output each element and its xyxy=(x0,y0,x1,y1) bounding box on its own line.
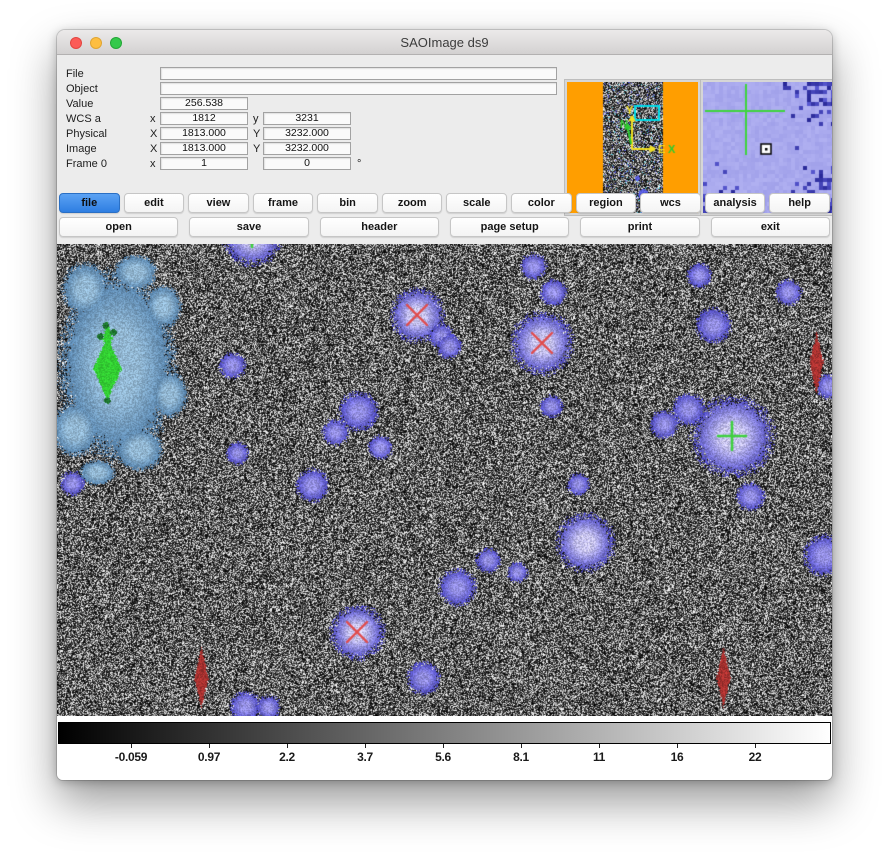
info-field-physical-1[interactable]: 1813.000 xyxy=(160,127,248,140)
info-sublabel-physical-1: X xyxy=(150,128,157,140)
colorbar-tick-label: 5.6 xyxy=(435,750,451,764)
info-field-image-2[interactable]: 3232.000 xyxy=(263,142,351,155)
info-field-physical-2[interactable]: 3232.000 xyxy=(263,127,351,140)
menu-bar-secondary: open save header page setup print exit xyxy=(59,217,830,238)
colorbar-tick xyxy=(131,744,132,748)
colorbar-tick xyxy=(521,744,522,748)
info-field-wcs-a-1[interactable]: 1812 xyxy=(160,112,248,125)
menu-button-color[interactable]: color xyxy=(511,193,572,213)
degree-symbol: ° xyxy=(357,158,361,170)
colorbar-tick-label: 22 xyxy=(749,750,762,764)
menu-bar-primary: fileeditviewframebinzoomscalecolorregion… xyxy=(59,193,830,214)
menu-button-edit[interactable]: edit xyxy=(124,193,185,213)
info-row-wcs-a: WCS a x 1812 y 3231 xyxy=(57,112,617,126)
info-field-file-1[interactable] xyxy=(160,67,557,80)
menu-button-region[interactable]: region xyxy=(576,193,637,213)
colorbar-tick xyxy=(287,744,288,748)
info-label-wcs-a: WCS a xyxy=(66,113,101,125)
menu-button-bin[interactable]: bin xyxy=(317,193,378,213)
info-sublabel-wcs-a-1: x xyxy=(150,113,156,125)
ds9-window: SAOImage ds9 File Object Value 256.538 WCS a… xyxy=(57,30,832,780)
info-sublabel-wcs-a-2: y xyxy=(253,113,259,125)
menu-button-save[interactable]: save xyxy=(189,217,308,237)
colorbar-gradient[interactable] xyxy=(58,722,831,744)
colorbar-tick-label: -0.059 xyxy=(115,750,147,764)
info-field-value-1[interactable]: 256.538 xyxy=(160,97,248,110)
menu-button-frame[interactable]: frame xyxy=(253,193,314,213)
menu-button-view[interactable]: view xyxy=(188,193,249,213)
colorbar-tick-label: 16 xyxy=(671,750,684,764)
info-label-object: Object xyxy=(66,83,98,95)
menu-button-print[interactable]: print xyxy=(580,217,699,237)
info-sublabel-image-2: Y xyxy=(253,143,260,155)
colorbar-tick-label: 8.1 xyxy=(513,750,529,764)
colorbar-tick xyxy=(365,744,366,748)
info-sublabel-frame-0-1: x xyxy=(150,158,156,170)
colorbar-tick xyxy=(599,744,600,748)
image-display-canvas[interactable] xyxy=(57,244,832,716)
menu-button-header[interactable]: header xyxy=(320,217,439,237)
info-row-object: Object xyxy=(57,82,617,96)
info-label-physical: Physical xyxy=(66,128,107,140)
menu-button-open[interactable]: open xyxy=(59,217,178,237)
info-field-frame-0-1[interactable]: 1 xyxy=(160,157,248,170)
menu-button-exit[interactable]: exit xyxy=(711,217,830,237)
info-field-object-1[interactable] xyxy=(160,82,557,95)
info-row-image: Image X1813.000 Y3232.000 xyxy=(57,142,617,156)
info-row-value: Value 256.538 xyxy=(57,97,617,111)
info-row-file: File xyxy=(57,67,617,81)
menu-button-analysis[interactable]: analysis xyxy=(705,193,766,213)
info-label-file: File xyxy=(66,68,84,80)
colorbar-tick xyxy=(677,744,678,748)
colorbar-tick-label: 0.97 xyxy=(198,750,220,764)
menu-button-scale[interactable]: scale xyxy=(446,193,507,213)
titlebar[interactable]: SAOImage ds9 xyxy=(57,30,832,55)
info-label-frame-0: Frame 0 xyxy=(66,158,107,170)
info-label-value: Value xyxy=(66,98,93,110)
menu-button-help[interactable]: help xyxy=(769,193,830,213)
info-row-frame-0: Frame 0 x1 0 ° xyxy=(57,157,617,171)
colorbar-tick xyxy=(755,744,756,748)
colorbar-tick xyxy=(209,744,210,748)
colorbar-tick xyxy=(443,744,444,748)
colorbar-tick-label: 2.2 xyxy=(279,750,295,764)
menu-button-zoom[interactable]: zoom xyxy=(382,193,443,213)
window-title: SAOImage ds9 xyxy=(57,35,832,50)
info-sublabel-image-1: X xyxy=(150,143,157,155)
colorbar-tick-label: 3.7 xyxy=(357,750,373,764)
info-row-physical: Physical X1813.000 Y3232.000 xyxy=(57,127,617,141)
menu-button-page-setup[interactable]: page setup xyxy=(450,217,569,237)
menu-button-file[interactable]: file xyxy=(59,193,120,213)
menu-button-wcs[interactable]: wcs xyxy=(640,193,701,213)
info-label-image: Image xyxy=(66,143,97,155)
info-sublabel-physical-2: Y xyxy=(253,128,260,140)
info-field-wcs-a-2[interactable]: 3231 xyxy=(263,112,351,125)
info-field-frame-0-2[interactable]: 0 xyxy=(263,157,351,170)
colorbar-panel: -0.059 0.97 2.2 3.7 5.6 8.1 11 16 22 xyxy=(57,716,832,780)
info-panel: File Object Value 256.538 WCS a x 1812 y 3231 Phy… xyxy=(57,55,832,193)
info-field-image-1[interactable]: 1813.000 xyxy=(160,142,248,155)
colorbar-tick-label: 11 xyxy=(593,750,605,764)
